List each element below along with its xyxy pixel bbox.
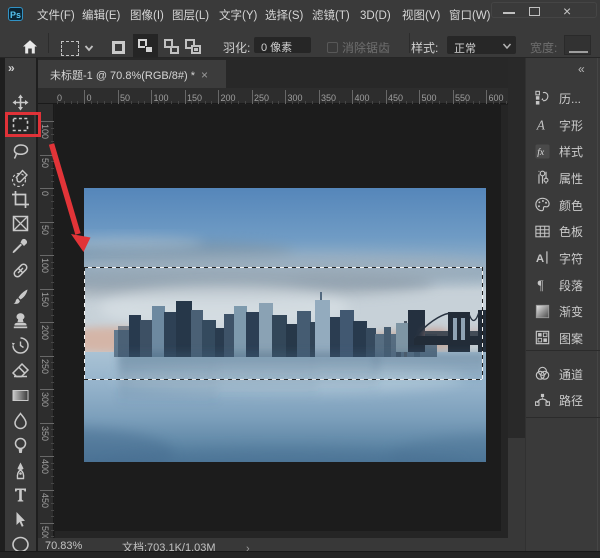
svg-text:A: A bbox=[536, 253, 544, 265]
svg-text:A: A bbox=[536, 117, 546, 132]
svg-text:¶: ¶ bbox=[538, 277, 544, 292]
svg-text:fx: fx bbox=[537, 147, 545, 158]
